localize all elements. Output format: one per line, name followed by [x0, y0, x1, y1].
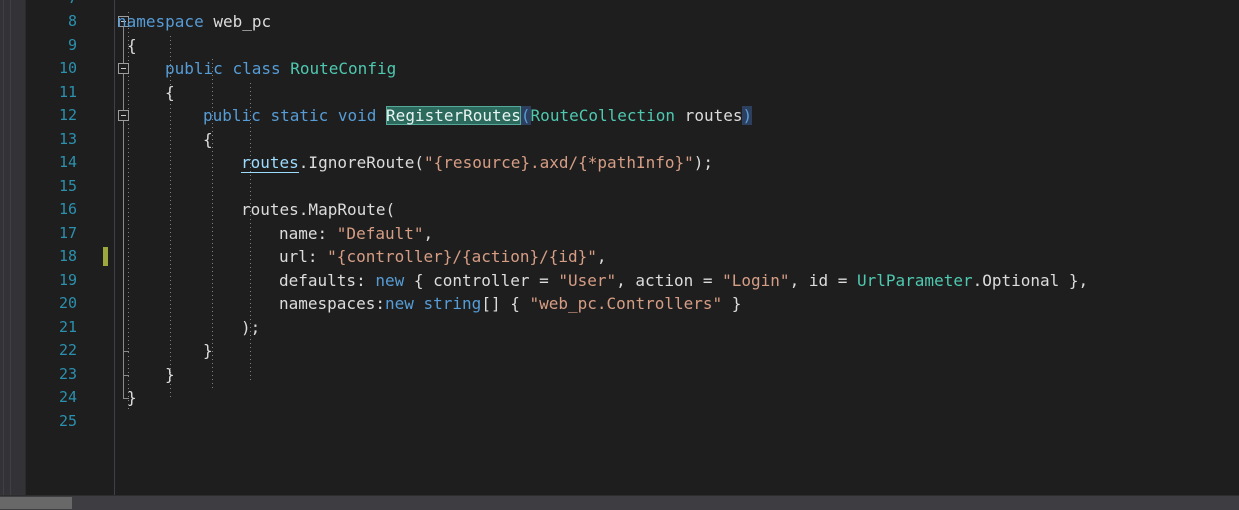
matching-bracket: ( [520, 106, 531, 125]
code-token: , [596, 247, 607, 266]
code-token: { [127, 35, 137, 55]
code-token: routes.MapRoute( [241, 200, 396, 219]
code-token: namespaces: [279, 294, 385, 313]
code-token: RouteConfig [290, 59, 397, 78]
code-token: { controller = [404, 270, 559, 290]
code-line-text: } [203, 339, 213, 363]
left-margin-strip [0, 0, 26, 496]
code-token: "{controller}/{action}/{id}" [327, 247, 597, 266]
code-token: "{resource}.axd/{*pathInfo}" [424, 153, 694, 172]
code-token: string [423, 294, 482, 313]
code-token: public [165, 59, 223, 78]
code-token: new [384, 294, 414, 313]
code-line-text: public class RouteConfig [165, 57, 396, 81]
code-token: url: [279, 247, 328, 266]
code-editor[interactable]: 78910111213141516171819202122232425 {nam… [0, 0, 1239, 510]
code-line-text: } [165, 363, 175, 387]
code-line-text: namespaces:new string[] { "web_pc.Contro… [279, 292, 741, 316]
code-token: , [423, 223, 434, 243]
code-token: } [165, 364, 175, 384]
selected-token: RegisterRoutes [386, 106, 521, 125]
code-token: } [127, 388, 137, 407]
code-token: ); [693, 153, 714, 172]
code-line-text: { [165, 81, 175, 105]
code-line-text: } [127, 386, 137, 410]
code-line-text: defaults: new { controller = "User", act… [279, 269, 1088, 293]
horizontal-scrollbar-track[interactable] [0, 496, 1239, 510]
code-token: .Optional }, [972, 270, 1089, 290]
margin-divider-2 [10, 0, 11, 496]
code-token: new [375, 270, 405, 290]
code-token: routes [675, 106, 743, 125]
identifier-link: routes [241, 153, 299, 173]
code-token: defaults: [279, 270, 376, 290]
code-token: name: [279, 223, 337, 243]
code-token: web_pc [203, 12, 272, 31]
horizontal-scrollbar-thumb[interactable] [0, 497, 72, 509]
code-token: { [203, 129, 213, 149]
code-token: "Login" [722, 270, 790, 290]
margin-divider-1 [3, 0, 4, 496]
code-line-text: public static void RegisterRoutes(RouteC… [203, 104, 753, 128]
code-line-text: routes.IgnoreRoute("{resource}.axd/{*pat… [241, 151, 713, 175]
code-line-text: { [203, 128, 213, 152]
code-token: RouteCollection [530, 106, 676, 125]
code-token: ); [241, 317, 261, 337]
code-token: } [203, 341, 213, 360]
code-token: } [722, 294, 742, 313]
code-token: class [232, 59, 281, 78]
code-token: , action = [616, 270, 723, 290]
code-line-text: namespace web_pc [117, 10, 271, 34]
code-token: namespace [117, 12, 204, 31]
code-token: static [270, 106, 329, 125]
code-token: .IgnoreRoute( [298, 153, 425, 172]
code-line-text: url: "{controller}/{action}/{id}", [279, 245, 607, 269]
code-token: [] { [481, 294, 530, 313]
code-token: UrlParameter [857, 270, 973, 290]
code-token: "web_pc.Controllers" [529, 294, 723, 313]
code-token: void [337, 106, 377, 125]
code-surface[interactable]: 78910111213141516171819202122232425 {nam… [26, 0, 1239, 496]
code-line-text: { [127, 34, 137, 58]
code-line-text: name: "Default", [279, 222, 433, 246]
code-line-text: ); [241, 316, 260, 340]
code-token: "User" [558, 270, 617, 290]
code-token: , id = [789, 270, 857, 290]
code-text-layer[interactable]: {namespace web_pc{public class RouteConf… [26, 0, 1239, 496]
code-line-text: routes.MapRoute( [241, 198, 395, 222]
matching-bracket: ) [742, 106, 753, 125]
code-token: "Default" [336, 223, 424, 243]
code-token: { [165, 82, 175, 102]
code-token: public [203, 106, 261, 125]
